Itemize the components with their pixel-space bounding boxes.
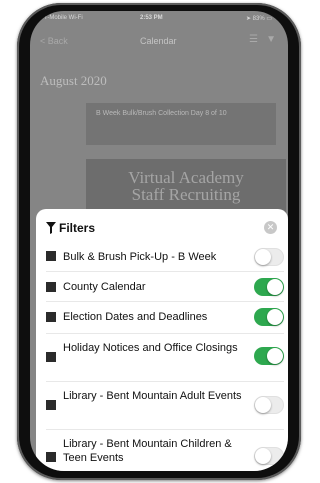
toggle-knob (255, 448, 271, 464)
calendar-view-icon[interactable]: ☰ (249, 34, 258, 45)
divider (46, 381, 284, 382)
divider (46, 333, 284, 334)
filter-row-election-dates[interactable]: Election Dates and Deadlines (46, 307, 284, 327)
holiday-notices-toggle[interactable] (254, 347, 284, 365)
filters-title: Filters (59, 221, 96, 235)
event-card[interactable]: B Week Bulk/Brush Collection Day 8 of 10 (86, 103, 276, 145)
back-button[interactable]: < Back (40, 36, 68, 46)
location-icon: ➤ (245, 16, 251, 22)
calendar-color-swatch (46, 251, 56, 261)
filter-row-county-calendar[interactable]: County Calendar (46, 277, 284, 297)
nav-title: Calendar (140, 36, 177, 46)
battery-indicator: ➤ 83% ▭ (246, 15, 272, 22)
bulk-brush-toggle[interactable] (254, 248, 284, 266)
filter-row-holiday-notices[interactable]: Holiday Notices and Office Closings (46, 339, 284, 373)
library-children-teen-toggle[interactable] (254, 447, 284, 465)
filters-header: Filters ✕ (46, 221, 278, 237)
filter-row-library-adult[interactable]: Library - Bent Mountain Adult Events (46, 387, 284, 421)
filter-label: Bulk & Brush Pick-Up - B Week (63, 251, 217, 263)
toggle-knob (267, 348, 283, 364)
filters-sheet: Filters ✕ Bulk & Brush Pick-Up - B Week … (36, 209, 288, 471)
toggle-knob (267, 279, 283, 295)
battery-icon: ▭ (266, 16, 272, 22)
month-heading: August 2020 (40, 73, 107, 88)
funnel-icon (46, 222, 56, 234)
nav-bar: < Back Calendar ☰ ▼ (30, 26, 288, 54)
filter-row-library-children-teen[interactable]: Library - Bent Mountain Children & Teen … (46, 435, 284, 469)
battery-percent: 83% (252, 16, 265, 22)
screen: T-Mobile Wi-Fi 2:53 PM ➤ 83% ▭ < Back Ca… (30, 11, 288, 471)
calendar-color-swatch (46, 400, 56, 410)
filter-icon[interactable]: ▼ (266, 34, 276, 45)
filter-label: County Calendar (63, 281, 146, 293)
promo-line-1: Virtual Academy (128, 168, 244, 187)
carrier-label: T-Mobile Wi-Fi (44, 15, 83, 21)
calendar-color-swatch (46, 282, 56, 292)
election-dates-toggle[interactable] (254, 308, 284, 326)
phone-frame: T-Mobile Wi-Fi 2:53 PM ➤ 83% ▭ < Back Ca… (17, 3, 301, 480)
filter-row-bulk-brush[interactable]: Bulk & Brush Pick-Up - B Week (46, 247, 284, 267)
divider (46, 271, 284, 272)
filter-label: Library - Bent Mountain Children & Teen … (63, 438, 232, 464)
filter-label: Holiday Notices and Office Closings (63, 342, 238, 354)
filter-label: Library - Bent Mountain Adult Events (63, 390, 242, 402)
promo-line-2: Staff Recruiting (131, 185, 241, 204)
toggle-knob (255, 397, 271, 413)
divider (46, 429, 284, 430)
calendar-color-swatch (46, 352, 56, 362)
toggle-knob (267, 309, 283, 325)
close-icon[interactable]: ✕ (264, 221, 277, 234)
filter-label: Election Dates and Deadlines (63, 311, 208, 323)
divider (46, 301, 284, 302)
status-bar: T-Mobile Wi-Fi 2:53 PM ➤ 83% ▭ (30, 11, 288, 26)
county-calendar-toggle[interactable] (254, 278, 284, 296)
library-adult-toggle[interactable] (254, 396, 284, 414)
calendar-color-swatch (46, 452, 56, 462)
calendar-color-swatch (46, 312, 56, 322)
status-time: 2:53 PM (140, 15, 163, 21)
toggle-knob (255, 249, 271, 265)
